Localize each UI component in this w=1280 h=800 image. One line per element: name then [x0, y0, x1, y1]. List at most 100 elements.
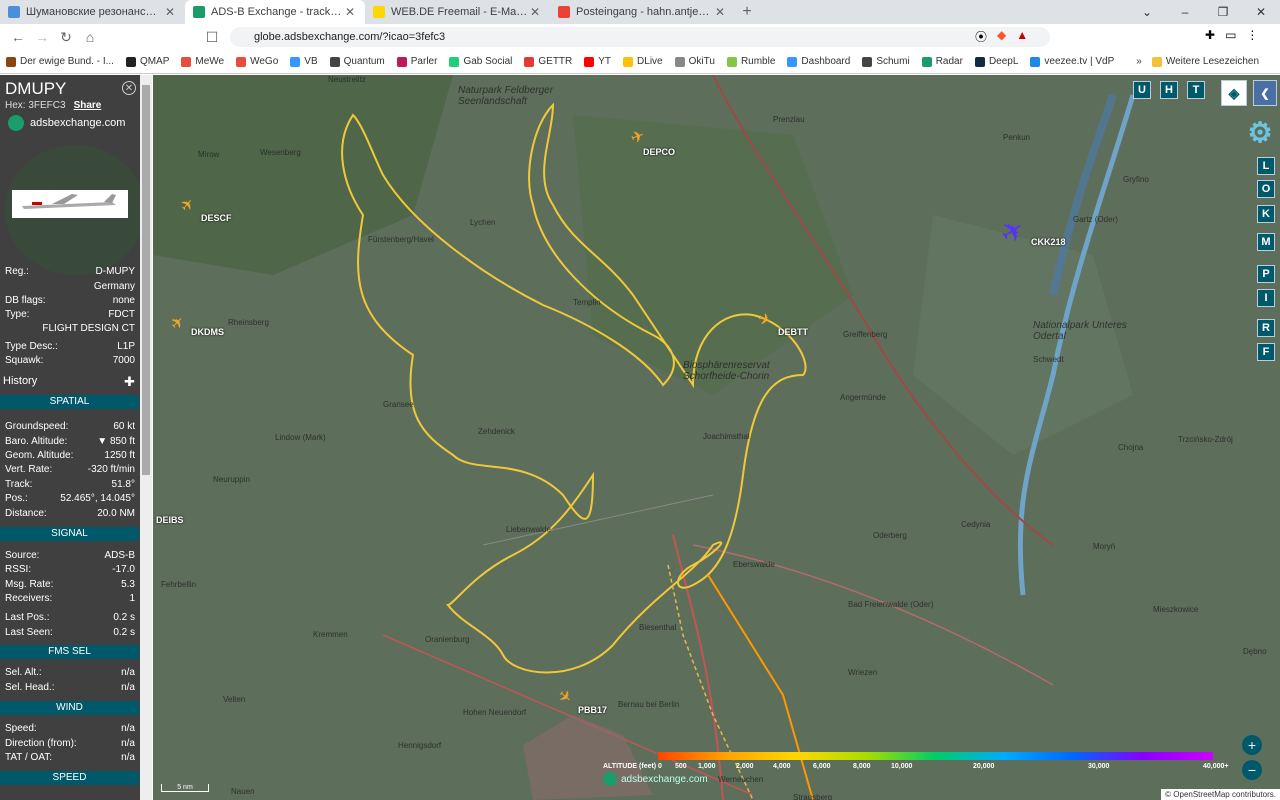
aircraft-label[interactable]: DEIBS [156, 515, 184, 525]
altitude-tick-label: 10,000 [891, 763, 913, 770]
bookmark-item[interactable]: Rumble [726, 56, 775, 67]
more-bookmarks-chevron-icon[interactable]: » [1136, 56, 1142, 67]
bookmark-item[interactable]: Dashboard [787, 56, 850, 67]
share-link[interactable]: Share [74, 100, 102, 111]
brave-shield-icon[interactable]: ◆ [997, 28, 1006, 45]
forward-icon[interactable]: → [30, 29, 54, 45]
collapse-sidebar-icon[interactable]: ❮ [1253, 80, 1277, 106]
bookmark-item[interactable]: Parler [396, 56, 437, 67]
new-tab-button[interactable]: + [735, 0, 759, 24]
bookmark-item[interactable]: GETTR [524, 56, 572, 67]
tab-search-icon[interactable]: ⌄ [1128, 0, 1166, 24]
stat-key: Geom. Altitude: [5, 450, 74, 461]
info-value: L1P [117, 341, 135, 352]
toggle-p-button[interactable]: P [1257, 265, 1275, 283]
bookmark-item[interactable]: DLive [623, 56, 663, 67]
zoom-out-button[interactable]: − [1242, 760, 1262, 780]
bookmark-item[interactable]: YT [584, 56, 611, 67]
close-tab-icon[interactable]: ✕ [713, 5, 727, 19]
sidebar-scrollbar[interactable] [140, 75, 152, 800]
toggle-r-button[interactable]: R [1257, 319, 1275, 337]
bookmark-item[interactable]: WeGo [236, 56, 278, 67]
zoom-in-button[interactable]: + [1242, 735, 1262, 755]
place-label: Lychen [470, 218, 496, 227]
restore-button[interactable]: ❐ [1204, 0, 1242, 24]
section-header-fms[interactable]: FMS SEL [0, 645, 139, 659]
layers-icon[interactable]: ◈ [1221, 80, 1247, 106]
reload-icon[interactable]: ↻ [54, 29, 78, 46]
aircraft-photo-image [22, 194, 116, 209]
bookmark-favicon-icon [623, 56, 634, 67]
tab-gmail[interactable]: Posteingang - hahn.antje73@gmail.cc ✕ [550, 0, 735, 24]
bookmark-item[interactable]: Gab Social [449, 56, 512, 67]
aircraft-photo[interactable] [12, 190, 128, 218]
bookmark-item[interactable]: veezee.tv | VdP [1030, 56, 1114, 67]
minimize-button[interactable]: – [1166, 0, 1204, 24]
info-value: none [112, 295, 135, 306]
wallet-icon[interactable]: ▭ [1225, 28, 1236, 42]
aircraft-label[interactable]: DESCF [201, 213, 232, 223]
bookmark-item[interactable]: DeepL [974, 56, 1019, 67]
bookmark-label: DeepL [988, 56, 1019, 67]
tab-adsb-exchange[interactable]: ADS-B Exchange - tracking 11435 ✕ [185, 0, 365, 24]
aircraft-label[interactable]: PBB17 [578, 705, 607, 715]
tab-webde[interactable]: WEB.DE Freemail - E-Mail made in Ge ✕ [365, 0, 550, 24]
close-tab-icon[interactable]: ✕ [163, 5, 177, 19]
menu-icon[interactable]: ⋮ [1246, 28, 1258, 42]
bookmark-item[interactable]: OkiTu [674, 56, 715, 67]
brave-rewards-icon[interactable]: ▲ [1016, 28, 1028, 45]
stat-value: 51.8° [111, 479, 135, 490]
section-header-wind[interactable]: WIND [0, 701, 139, 715]
toggle-h-button[interactable]: H [1160, 81, 1178, 99]
toggle-o-button[interactable]: O [1257, 180, 1275, 198]
bookmark-favicon-icon [125, 56, 136, 67]
close-tab-icon[interactable]: ✕ [528, 5, 542, 19]
toggle-i-button[interactable]: I [1257, 289, 1275, 307]
aircraft-label[interactable]: DEPCO [643, 147, 675, 157]
toggle-l-button[interactable]: L [1257, 157, 1275, 175]
scroll-thumb[interactable] [142, 85, 150, 475]
bookmark-item[interactable]: Quantum [329, 56, 385, 67]
section-header-signal[interactable]: SIGNAL [0, 527, 139, 541]
place-label: Chojna [1118, 443, 1144, 452]
bookmark-label: YT [598, 56, 612, 67]
tab-title: Posteingang - hahn.antje73@gmail.cc [576, 6, 713, 18]
bookmark-label: DLive [637, 56, 663, 67]
brand[interactable]: adsbexchange.com [8, 115, 125, 131]
info-key: Type Desc.: [5, 341, 58, 352]
aircraft-label[interactable]: CKK218 [1031, 237, 1066, 247]
section-header-spatial[interactable]: SPATIAL [0, 395, 139, 409]
toggle-m-button[interactable]: M [1257, 233, 1275, 251]
tab-title: WEB.DE Freemail - E-Mail made in Ge [391, 6, 528, 18]
tab-title: Шумановские резонансы | Space Ob [26, 6, 163, 18]
extensions-icon[interactable]: ✚ [1205, 28, 1215, 42]
url-field[interactable]: globe.adsbexchange.com/?icao=3fefc3 [230, 27, 1050, 47]
bookmark-item[interactable]: MeWe [181, 56, 224, 67]
close-tab-icon[interactable]: ✕ [343, 5, 357, 19]
location-icon[interactable]: ⦿ [975, 28, 987, 45]
bookmark-item[interactable]: Der ewige Bund. - I... [6, 56, 114, 67]
map-view[interactable]: Naturpark Feldberger Seenlandschaft Neust… [153, 75, 1280, 800]
aircraft-label[interactable]: DKDMS [191, 327, 224, 337]
bookmark-item[interactable]: Schumi [862, 56, 910, 67]
toggle-u-button[interactable]: U [1133, 81, 1151, 99]
aircraft-label[interactable]: DEBTT [778, 327, 808, 337]
bookmark-page-icon[interactable]: ☐ [200, 29, 224, 46]
bookmark-label: Schumi [876, 56, 910, 67]
bookmark-folder-other[interactable]: Weitere Lesezeichen [1151, 56, 1259, 67]
close-window-button[interactable]: ✕ [1242, 0, 1280, 24]
bookmark-item[interactable]: VB [290, 56, 318, 67]
bookmark-item[interactable]: QMAP [125, 56, 169, 67]
tab-space-observing[interactable]: Шумановские резонансы | Space Ob ✕ [0, 0, 185, 24]
bookmark-item[interactable]: Radar [921, 56, 963, 67]
section-header-speed[interactable]: SPEED [0, 771, 139, 785]
close-sidebar-icon[interactable]: ✕ [122, 81, 136, 95]
settings-gear-icon[interactable]: ⚙ [1243, 115, 1277, 149]
toggle-k-button[interactable]: K [1257, 205, 1275, 223]
toggle-f-button[interactable]: F [1257, 343, 1275, 361]
attribution-text[interactable]: © OpenStreetMap contributors. [1165, 790, 1276, 799]
back-icon[interactable]: ← [6, 29, 30, 45]
home-icon[interactable]: ⌂ [78, 29, 102, 45]
history-add-icon[interactable]: ✚ [124, 374, 135, 390]
toggle-t-button[interactable]: T [1187, 81, 1205, 99]
